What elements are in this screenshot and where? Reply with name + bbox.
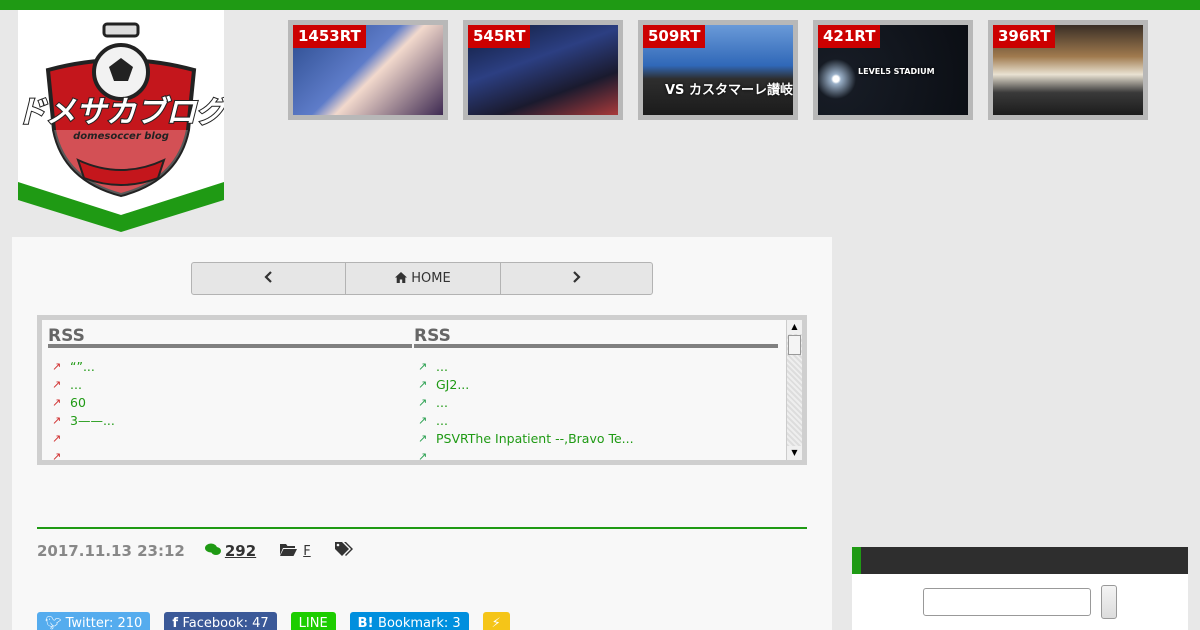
divider [37, 527, 807, 529]
external-link-icon: ↗ [52, 414, 62, 427]
share-buttons: 🐦︎ Twitter: 210 f Facebook: 47 LINE B! B… [37, 612, 524, 630]
rt-badge: 421RT [818, 25, 881, 48]
line-share-button[interactable]: LINE [290, 612, 336, 630]
sidebar-search-widget [852, 547, 1188, 630]
rss-item[interactable]: ↗ 3——... [48, 412, 412, 430]
site-logo[interactable]: ドメサカブログ domesoccer blog [18, 10, 224, 232]
search-button[interactable] [1101, 585, 1117, 619]
rss-item[interactable]: ↗... [414, 358, 778, 376]
thumbnail-image: 421RT LEVEL5 STADIUM [818, 25, 968, 115]
rt-badge: 545RT [468, 25, 531, 48]
rss-item[interactable]: ↗ [48, 430, 412, 448]
thumbnail-1[interactable]: 1453RT [288, 20, 448, 120]
scroll-down-arrow-icon[interactable]: ▼ [787, 446, 802, 460]
rss-scrollbar[interactable]: ▲ ▼ [786, 320, 802, 460]
rss-item[interactable]: ↗... [414, 394, 778, 412]
post-meta: 2017.11.13 23:12 292 F [37, 540, 354, 562]
external-link-icon: ↗ [52, 432, 62, 445]
rss-item[interactable]: ↗... [414, 412, 778, 430]
comments-icon [204, 543, 221, 560]
external-link-icon: ↗ [52, 360, 62, 373]
thumbnail-5[interactable]: 396RT [988, 20, 1148, 120]
post-date: 2017.11.13 23:12 [37, 542, 185, 560]
facebook-share-button[interactable]: f Facebook: 47 [164, 612, 277, 630]
external-link-icon: ↗ [52, 450, 62, 460]
tags-icon[interactable] [334, 541, 354, 561]
scroll-thumb[interactable] [788, 335, 801, 355]
external-link-icon: ↗ [52, 378, 62, 391]
pocket-share-button[interactable]: ⚡︎ [482, 612, 510, 630]
thumbnail-3[interactable]: 509RT VS カスタマーレ讃岐 [638, 20, 798, 120]
external-link-icon: ↗ [418, 378, 428, 391]
thumbnail-2[interactable]: 545RT [463, 20, 623, 120]
logo-text: ドメサカブログ [18, 95, 224, 130]
category-link[interactable]: F [280, 542, 311, 560]
rss-item[interactable]: ↗ GJ2... [414, 376, 778, 394]
rss-heading: RSS [48, 320, 412, 348]
external-link-icon: ↗ [418, 450, 428, 460]
chevron-left-icon [264, 270, 273, 287]
thumbnail-image: 1453RT [293, 25, 443, 115]
post-navigation: HOME [191, 262, 653, 295]
rss-column-left: RSS ↗ “”... ↗... ↗ 60 ↗ 3——... ↗ ↗ [48, 320, 412, 460]
external-link-icon: ↗ [418, 396, 428, 409]
main-content: HOME RSS ↗“”... ↗... ↗60 ↗3——... ↗ ↗ [12, 237, 832, 630]
rss-item[interactable]: ↗ “”... [48, 358, 412, 376]
comments-link[interactable]: 292 [204, 542, 257, 560]
chevron-right-icon [572, 270, 581, 287]
thumbnail-image: 396RT [993, 25, 1143, 115]
rss-item[interactable]: ↗ PSVRThe Inpatient --,Bravo Te... [414, 430, 778, 448]
thumbnail-caption: LEVEL5 STADIUM [858, 67, 935, 76]
search-input[interactable] [923, 588, 1091, 616]
category-label: F [303, 543, 311, 559]
logo-subtext: domesoccer blog [73, 131, 169, 142]
external-link-icon: ↗ [418, 360, 428, 373]
hatena-icon: B! [357, 616, 379, 630]
rt-badge: 396RT [993, 25, 1056, 48]
rss-item[interactable]: ↗ [414, 448, 778, 460]
facebook-icon: f [172, 616, 183, 630]
rss-item[interactable]: ↗ [48, 448, 412, 460]
rt-badge: 509RT [643, 25, 706, 48]
twitter-share-button[interactable]: 🐦︎ Twitter: 210 [37, 612, 151, 630]
next-post-button[interactable] [500, 263, 652, 294]
rss-column-right: RSS ↗... ↗ GJ2... ↗... ↗... ↗ PSVRThe Inpa… [414, 320, 778, 460]
thumbnail-4[interactable]: 421RT LEVEL5 STADIUM [813, 20, 973, 120]
top-accent-bar [0, 0, 1200, 10]
home-button[interactable]: HOME [345, 263, 500, 294]
external-link-icon: ↗ [418, 432, 428, 445]
rss-heading: RSS [414, 320, 778, 348]
hatena-bookmark-button[interactable]: B! Bookmark: 3 [349, 612, 469, 630]
rss-widget: RSS ↗ “”... ↗... ↗ 60 ↗ 3——... ↗ ↗ RSS ↗...… [37, 315, 807, 465]
widget-header [852, 547, 1188, 574]
thumbnail-image: 545RT [468, 25, 618, 115]
lightning-icon: ⚡︎ [491, 616, 501, 630]
comment-count: 292 [224, 542, 257, 560]
rt-badge: 1453RT [293, 25, 366, 48]
scroll-up-arrow-icon[interactable]: ▲ [787, 320, 802, 334]
rss-item[interactable]: ↗... [48, 376, 412, 394]
rss-item[interactable]: ↗ 60 [48, 394, 412, 412]
home-icon [395, 271, 408, 286]
external-link-icon: ↗ [418, 414, 428, 427]
twitter-icon: 🐦︎ [45, 616, 66, 630]
thumbnail-caption: VS カスタマーレ讃岐 [665, 83, 793, 98]
thumbnail-image: 509RT VS カスタマーレ讃岐 [643, 25, 793, 115]
folder-icon [280, 542, 298, 560]
prev-post-button[interactable] [192, 263, 345, 294]
external-link-icon: ↗ [52, 396, 62, 409]
home-label: HOME [411, 271, 451, 286]
